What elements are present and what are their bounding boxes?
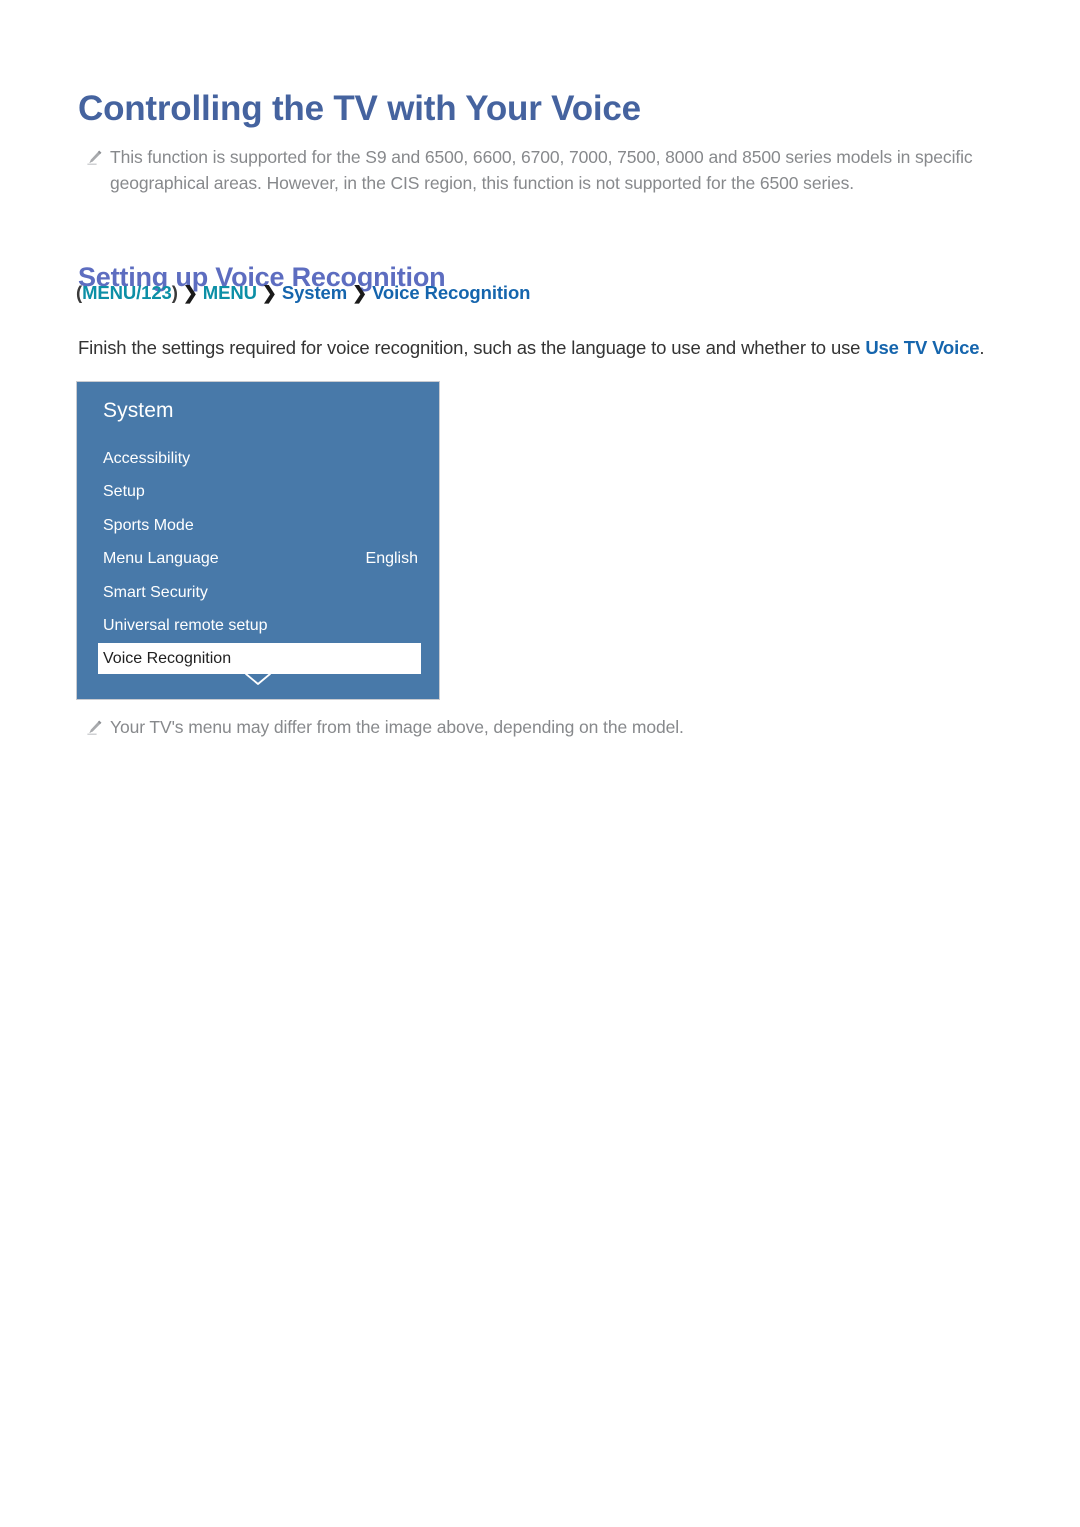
tv-menu-item-label: Setup (103, 483, 145, 501)
pencil-icon (84, 148, 110, 170)
breadcrumb-item-menu123[interactable]: MENU/123 (82, 282, 172, 303)
tv-menu-panel-title: System (103, 399, 174, 422)
breadcrumb-item-voice-recognition[interactable]: Voice Recognition (372, 282, 530, 303)
breadcrumb-item-system[interactable]: System (282, 282, 347, 303)
breadcrumb-separator-1: ❯ (182, 283, 198, 303)
tv-menu-item-voice-recognition[interactable]: Voice Recognition (98, 643, 421, 674)
tv-menu-item-menu-language[interactable]: Menu Language English (77, 543, 439, 577)
tv-menu-item-accessibility[interactable]: Accessibility (77, 442, 439, 476)
tv-menu-item-smart-security[interactable]: Smart Security (77, 576, 439, 610)
tv-menu-scroll-down[interactable] (77, 671, 439, 687)
tv-menu-item-universal-remote-setup[interactable]: Universal remote setup (77, 610, 439, 644)
note-top: This function is supported for the S9 an… (84, 144, 1004, 196)
tv-menu-item-value-menu-language: English (365, 550, 418, 568)
body-paragraph-tail: . (979, 336, 985, 358)
breadcrumb: (MENU/123) ❯ MENU ❯ System ❯ Voice Recognition (76, 282, 530, 304)
tv-menu-list: Accessibility Setup Sports Mode Menu Lan… (77, 442, 439, 674)
pencil-icon (84, 718, 110, 740)
tv-menu-item-label: Sports Mode (103, 516, 194, 534)
tv-menu-item-label: Menu Language (103, 550, 219, 568)
breadcrumb-separator-2: ❯ (261, 283, 277, 303)
page-title: Controlling the TV with Your Voice (78, 89, 641, 129)
use-tv-voice-link[interactable]: Use TV Voice (865, 337, 979, 358)
tv-menu-item-sports-mode[interactable]: Sports Mode (77, 509, 439, 543)
document-page: Controlling the TV with Your Voice This … (0, 0, 1080, 1527)
body-paragraph-lead: Finish the settings required for voice r… (78, 336, 866, 358)
note-top-text: This function is supported for the S9 an… (110, 147, 973, 193)
note-bottom: Your TV's menu may differ from the image… (84, 714, 1004, 740)
note-bottom-text: Your TV's menu may differ from the image… (110, 717, 684, 737)
body-paragraph: Finish the settings required for voice r… (78, 333, 1006, 363)
tv-menu-item-label: Accessibility (103, 449, 191, 467)
tv-menu-item-label: Smart Security (103, 583, 208, 601)
tv-menu-item-label: Universal remote setup (103, 617, 268, 635)
breadcrumb-close-paren: ) (171, 282, 178, 303)
breadcrumb-item-menu[interactable]: MENU (203, 282, 257, 303)
tv-menu-item-setup[interactable]: Setup (77, 476, 439, 510)
breadcrumb-separator-3: ❯ (352, 283, 368, 303)
tv-menu-panel: System Accessibility Setup Sports Mode M… (76, 381, 440, 700)
tv-menu-item-label: Voice Recognition (103, 649, 232, 667)
chevron-down-icon (243, 671, 273, 687)
